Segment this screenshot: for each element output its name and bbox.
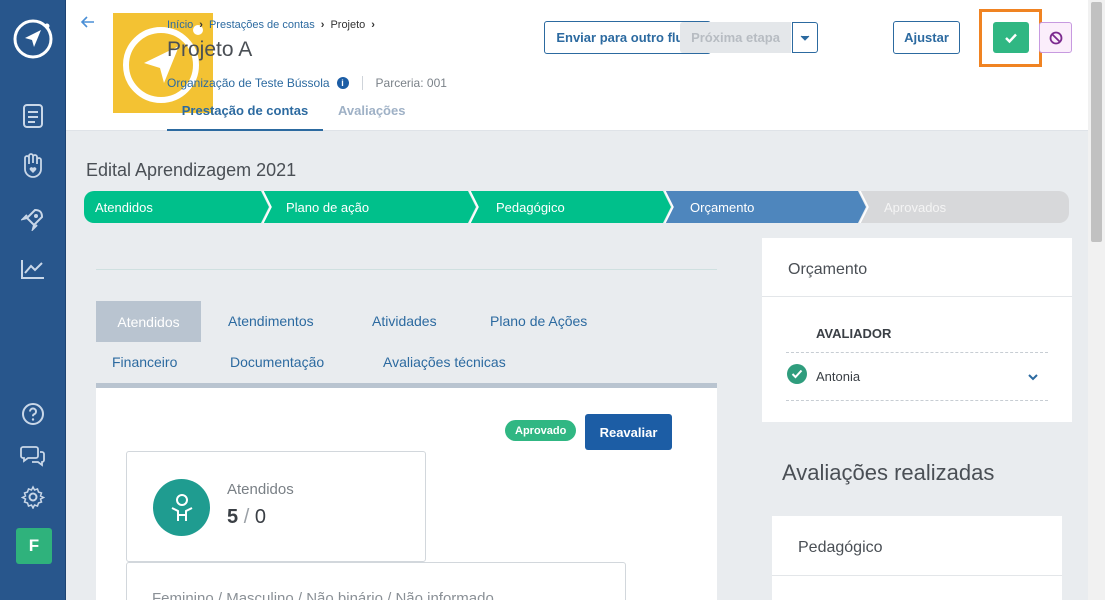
parceria-label: Parceria: 001 xyxy=(375,76,447,90)
sidebar: F xyxy=(0,0,66,600)
step-plano-de-acao[interactable]: Plano de ação xyxy=(286,200,369,215)
page-title: Projeto A xyxy=(167,38,253,61)
help-icon[interactable] xyxy=(18,399,48,429)
logo-icon[interactable] xyxy=(12,18,54,60)
tab-documentacao[interactable]: Documentação xyxy=(230,354,324,370)
chevron-down-icon[interactable] xyxy=(1027,368,1039,386)
edital-title: Edital Aprendizagem 2021 xyxy=(86,160,297,180)
evaluator-header: AVALIADOR xyxy=(816,326,892,341)
divider xyxy=(96,269,717,270)
realizadas-title: Avaliações realizadas xyxy=(782,460,995,485)
tab-financeiro[interactable]: Financeiro xyxy=(112,354,177,370)
evaluator-name: Antonia xyxy=(816,369,861,384)
tab-avaliacoes[interactable]: Avaliações xyxy=(338,103,405,118)
reject-button[interactable] xyxy=(1039,22,1072,53)
divider xyxy=(772,575,1062,576)
adjust-button[interactable]: Ajustar xyxy=(893,21,960,54)
ban-icon xyxy=(1049,31,1062,44)
tab-atendidos[interactable]: Atendidos xyxy=(96,301,201,342)
realizada-card xyxy=(772,516,1062,600)
tab-avaliacoes-tecnicas[interactable]: Avaliações técnicas xyxy=(383,354,506,370)
step-orcamento[interactable]: Orçamento xyxy=(690,200,754,215)
back-arrow-icon[interactable] xyxy=(80,14,96,35)
divider xyxy=(786,352,1048,353)
check-icon xyxy=(1005,33,1017,43)
settings-icon[interactable] xyxy=(18,482,48,512)
tab-atendimentos[interactable]: Atendimentos xyxy=(228,313,314,329)
person-icon xyxy=(153,479,210,536)
budget-title: Orçamento xyxy=(788,261,868,278)
approve-button[interactable] xyxy=(993,22,1029,53)
chat-icon[interactable] xyxy=(18,440,48,470)
reevaluate-button[interactable]: Reavaliar xyxy=(585,414,672,450)
chart-icon[interactable] xyxy=(18,254,48,284)
progress-stepper: Atendidos Plano de ação Pedagógico Orçam… xyxy=(84,190,1069,224)
status-badge: Aprovado xyxy=(505,420,577,441)
breadcrumb-projeto: Projeto xyxy=(330,19,366,31)
tab-atividades[interactable]: Atividades xyxy=(372,313,437,329)
avatar[interactable]: F xyxy=(16,528,52,564)
divider xyxy=(762,296,1072,297)
stat-label: Atendidos xyxy=(227,481,294,498)
hand-heart-icon[interactable] xyxy=(18,151,48,181)
check-circle-icon xyxy=(787,364,807,384)
stat-value: 5 / 0 xyxy=(227,506,266,528)
gender-label: Feminino / Masculino / Não binário / Não… xyxy=(152,590,494,600)
breadcrumb-home[interactable]: Início xyxy=(167,19,193,31)
organization-name[interactable]: Organização de Teste Bússola xyxy=(167,76,330,90)
next-step-button[interactable]: Próxima etapa xyxy=(680,22,791,53)
step-pedagogico[interactable]: Pedagógico xyxy=(496,200,565,215)
organization-line: Organização de Teste Bússola i Parceria:… xyxy=(167,76,447,90)
scrollbar[interactable] xyxy=(1088,0,1105,600)
scrollbar-thumb[interactable] xyxy=(1091,2,1102,242)
document-icon[interactable] xyxy=(18,101,48,131)
step-atendidos[interactable]: Atendidos xyxy=(95,200,153,215)
divider xyxy=(786,400,1048,401)
chevron-down-icon xyxy=(800,35,810,41)
tab-plano-de-acoes[interactable]: Plano de Ações xyxy=(490,313,587,329)
next-step-dropdown[interactable] xyxy=(792,22,818,53)
tab-prestacao-de-contas[interactable]: Prestação de contas xyxy=(167,103,323,131)
info-icon[interactable]: i xyxy=(336,77,349,89)
breadcrumb-prestacoes[interactable]: Prestações de contas xyxy=(209,19,315,31)
breadcrumb: Início › Prestações de contas › Projeto … xyxy=(167,19,375,31)
step-aprovados[interactable]: Aprovados xyxy=(884,200,946,215)
rocket-icon[interactable] xyxy=(18,204,48,234)
realizada-item[interactable]: Pedagógico xyxy=(798,539,883,557)
